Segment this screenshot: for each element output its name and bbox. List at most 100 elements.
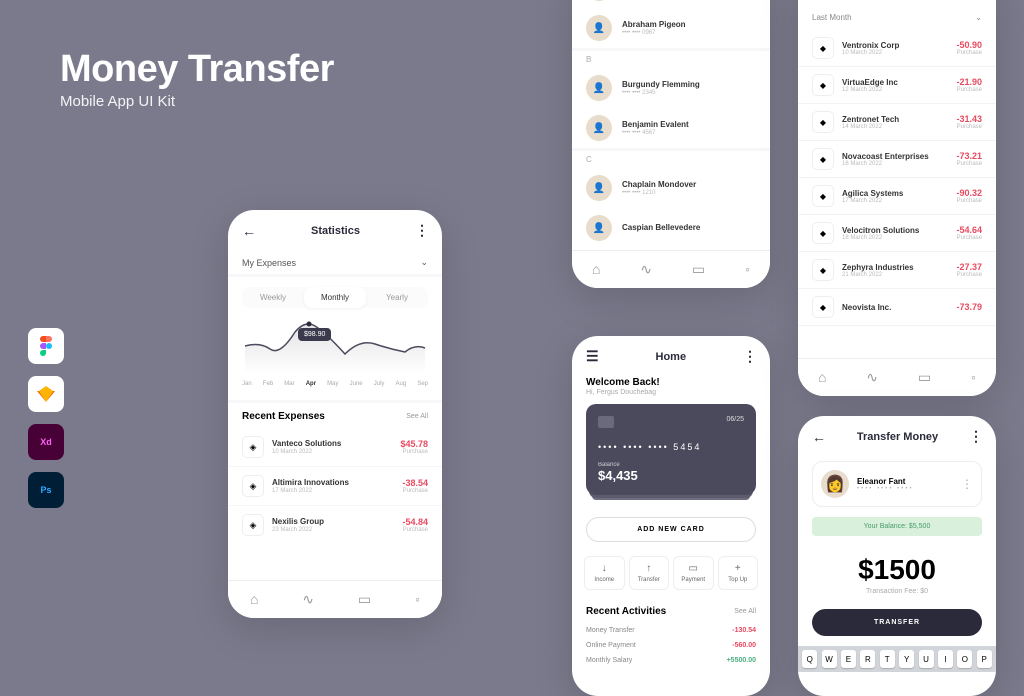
company-icon: ◈ (242, 436, 264, 458)
contact-item[interactable]: 👤Abraham Pigeon•••• •••• 0967 (572, 8, 770, 48)
balance-amount: $4,435 (598, 468, 744, 483)
recipient-card[interactable]: 👩 Eleanor Fant •••• •••• •••• ⋮ (812, 461, 982, 507)
recent-expenses-title: Recent Expenses (242, 411, 325, 422)
transaction-item[interactable]: ◆Zentronet Tech14 March 2022-31.43Purcha… (798, 104, 996, 141)
avatar: 👤 (586, 0, 612, 1)
key-R[interactable]: R (860, 650, 875, 668)
expense-item[interactable]: ◈Altimira Innovations17 March 2022-38.54… (228, 467, 442, 506)
avatar: 👤 (586, 215, 612, 241)
transaction-item[interactable]: ◆Ventronix Corp10 March 2022-50.90Purcha… (798, 30, 996, 67)
company-icon: ◈ (242, 475, 264, 497)
key-E[interactable]: E (841, 650, 856, 668)
activity-icon[interactable]: ∿ (302, 591, 314, 608)
contact-item[interactable]: 👤Caspian Bellevedere (572, 208, 770, 248)
tab-weekly[interactable]: Weekly (242, 287, 304, 308)
profile-icon[interactable]: ◦ (971, 369, 976, 386)
history-filter[interactable]: Last Month⌄ (798, 9, 996, 30)
expense-item[interactable]: ◈Vanteco Solutions10 March 2022$45.78Pur… (228, 428, 442, 467)
transaction-item[interactable]: ◆Neovista Inc.-73.79 (798, 289, 996, 326)
home-icon[interactable]: ⌂ (250, 591, 258, 608)
key-T[interactable]: T (880, 650, 895, 668)
avatar: 👤 (586, 115, 612, 141)
action-payment[interactable]: ▭Payment (673, 556, 714, 590)
history-screen: ← Transaction History ⋮ Last Month⌄ ◆Ven… (798, 0, 996, 396)
transaction-item[interactable]: ◆Novacoast Enterprises16 March 2022-73.2… (798, 141, 996, 178)
company-icon: ◆ (812, 111, 834, 133)
sketch-icon (28, 376, 64, 412)
key-Q[interactable]: Q (802, 650, 817, 668)
card-icon[interactable]: ▭ (918, 369, 931, 386)
recipient-account: •••• •••• •••• (857, 486, 914, 492)
transaction-item[interactable]: ◆Velocitron Solutions18 March 2022-54.64… (798, 215, 996, 252)
transfer-amount[interactable]: $1500 (798, 546, 996, 588)
home-icon[interactable]: ⌂ (592, 261, 600, 278)
see-all-link[interactable]: See All (734, 608, 756, 615)
avatar: 👤 (586, 15, 612, 41)
key-U[interactable]: U (919, 650, 934, 668)
transfer-button[interactable]: TRANSFER (812, 609, 982, 636)
home-icon[interactable]: ⌂ (818, 369, 826, 386)
profile-icon[interactable]: ◦ (415, 591, 420, 608)
activity-item[interactable]: Monthly Salary+5500.00 (572, 653, 770, 668)
key-O[interactable]: O (957, 650, 972, 668)
profile-icon[interactable]: ◦ (745, 261, 750, 278)
avatar: 👩 (821, 470, 849, 498)
credit-card[interactable]: 06/25 •••• •••• •••• 5454 Balance $4,435 (586, 404, 756, 495)
more-icon[interactable]: ⋮ (415, 222, 428, 239)
hero-title: Money Transfer Mobile App UI Kit (60, 48, 334, 110)
expense-filter[interactable]: My Expenses⌄ (242, 251, 428, 274)
hero-heading: Money Transfer (60, 48, 334, 91)
recipient-name: Eleanor Fant (857, 477, 914, 486)
contact-item[interactable]: 👤Burgundy Flemming•••• •••• 2345 (572, 68, 770, 108)
transfer-title: Transfer Money (857, 431, 938, 443)
company-icon: ◆ (812, 185, 834, 207)
welcome-text: Welcome Back! (586, 377, 756, 388)
stats-header: ← Statistics ⋮ (228, 210, 442, 251)
chevron-down-icon: ⌄ (975, 13, 982, 22)
company-icon: ◆ (812, 148, 834, 170)
key-P[interactable]: P (977, 650, 992, 668)
action-income[interactable]: ↓Income (584, 556, 625, 590)
action-transfer[interactable]: ↑Transfer (629, 556, 670, 590)
activity-item[interactable]: Money Transfer-130.54 (572, 623, 770, 638)
activity-icon[interactable]: ∿ (866, 369, 878, 386)
section-b: B (572, 55, 770, 64)
key-Y[interactable]: Y (899, 650, 914, 668)
activity-item[interactable]: Online Payment-560.00 (572, 638, 770, 653)
tool-icons: Xd Ps (28, 328, 64, 508)
contact-item[interactable]: 👤Benjamin Evalent•••• •••• 4567 (572, 108, 770, 148)
menu-icon[interactable]: ☰ (586, 348, 599, 365)
more-icon[interactable]: ⋮ (969, 428, 982, 445)
contact-item[interactable]: 👤•••• •••• 4419 (572, 0, 770, 8)
stats-title: Statistics (311, 225, 360, 237)
transfer-fee: Transaction Fee: $0 (798, 588, 996, 609)
chart-months: JanFebMarAprMayJuneJulyAugSep (242, 379, 428, 389)
transaction-item[interactable]: ◆Agilica Systems17 March 2022-90.32Purch… (798, 178, 996, 215)
key-W[interactable]: W (822, 650, 837, 668)
tab-monthly[interactable]: Monthly (304, 287, 366, 308)
see-all-link[interactable]: See All (406, 413, 428, 420)
tab-yearly[interactable]: Yearly (366, 287, 428, 308)
card-icon[interactable]: ▭ (692, 261, 705, 278)
back-icon[interactable]: ← (242, 223, 256, 239)
key-I[interactable]: I (938, 650, 953, 668)
transfer-screen: ← Transfer Money ⋮ 👩 Eleanor Fant •••• •… (798, 416, 996, 696)
greeting-text: Hi, Fergus Douchebag (586, 389, 756, 396)
expense-item[interactable]: ◈Nexilis Group23 March 2022-54.84Purchas… (228, 506, 442, 544)
section-c: C (572, 155, 770, 164)
company-icon: ◆ (812, 259, 834, 281)
add-card-button[interactable]: ADD NEW CARD (586, 517, 756, 542)
home-title: Home (656, 351, 687, 363)
action-top up[interactable]: +Top Up (718, 556, 759, 590)
more-icon[interactable]: ⋮ (961, 477, 973, 491)
back-icon[interactable]: ← (812, 429, 826, 445)
card-icon[interactable]: ▭ (358, 591, 371, 608)
more-icon[interactable]: ⋮ (743, 348, 756, 365)
company-icon: ◈ (242, 514, 264, 536)
activity-icon[interactable]: ∿ (640, 261, 652, 278)
figma-icon (28, 328, 64, 364)
transaction-item[interactable]: ◆Zephyra Industries21 March 2022-27.37Pu… (798, 252, 996, 289)
bottom-nav: ⌂ ∿ ▭ ◦ (798, 358, 996, 396)
transaction-item[interactable]: ◆VirtuaEdge Inc12 March 2022-21.90Purcha… (798, 67, 996, 104)
contact-item[interactable]: 👤Chaplain Mondover•••• •••• 1210 (572, 168, 770, 208)
